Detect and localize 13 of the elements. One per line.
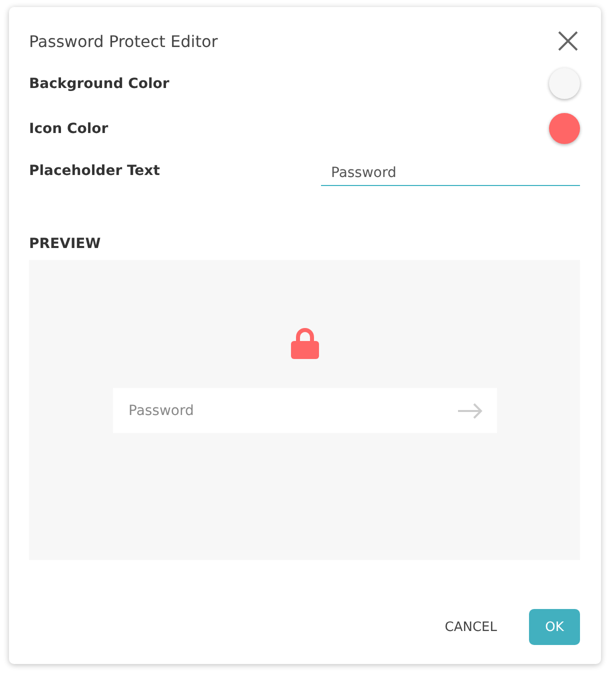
dialog-title: Password Protect Editor [29, 32, 218, 51]
color-swatch[interactable] [549, 68, 580, 99]
setting-label: Placeholder Text [29, 163, 160, 179]
lock-icon [290, 327, 320, 359]
setting-label: Background Color [29, 76, 170, 92]
setting-label: Icon Color [29, 120, 108, 136]
cancel-button[interactable]: CANCEL [432, 609, 509, 645]
password-field[interactable]: Password [112, 388, 496, 433]
preview-heading: PREVIEW [29, 236, 102, 252]
color-swatch[interactable] [549, 113, 580, 144]
arrow-icon[interactable] [456, 402, 482, 418]
placeholder-input[interactable]: Password [321, 161, 580, 186]
close-icon[interactable] [556, 29, 580, 53]
